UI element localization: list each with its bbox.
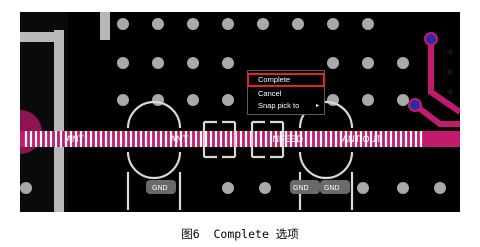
net-label-ant-left: ANT — [66, 134, 85, 144]
pcb-canvas[interactable]: ANT ANT INFEED ANT-OUT GND GND GND — [20, 12, 460, 212]
pcb-layout: ANT ANT INFEED ANT-OUT GND GND GND — [20, 12, 460, 212]
menu-item-snap-pick-to[interactable]: Snap pick to ▸ — [248, 100, 324, 112]
submenu-arrow-icon: ▸ — [315, 103, 319, 109]
selected-via-bottom — [408, 98, 422, 112]
right-traces — [413, 39, 460, 127]
menu-item-complete-label: Complete — [258, 75, 291, 84]
selected-via-top — [424, 32, 438, 46]
net-label-gnd-left: GND — [152, 185, 168, 192]
net-label-ant-mid: ANT — [170, 134, 189, 144]
via-grid — [20, 18, 446, 194]
net-label-gnd-right: GND — [324, 185, 340, 192]
context-menu: Complete Cancel Snap pick to ▸ — [247, 70, 325, 115]
menu-item-complete[interactable]: Complete — [247, 73, 325, 87]
net-label-infeed: INFEED — [270, 134, 304, 144]
gray-track-left — [54, 30, 64, 212]
menu-item-cancel-label: Cancel — [258, 89, 282, 98]
gray-track-stub — [100, 12, 110, 40]
menu-item-cancel[interactable]: Cancel — [248, 88, 324, 100]
figure-caption: 图6 Complete 选项 — [181, 227, 299, 241]
net-label-ant-out: ANT-OUT — [342, 134, 382, 144]
menu-item-snap-pick-to-label: Snap pick to — [258, 101, 300, 110]
net-label-gnd-mid: GND — [293, 185, 309, 192]
